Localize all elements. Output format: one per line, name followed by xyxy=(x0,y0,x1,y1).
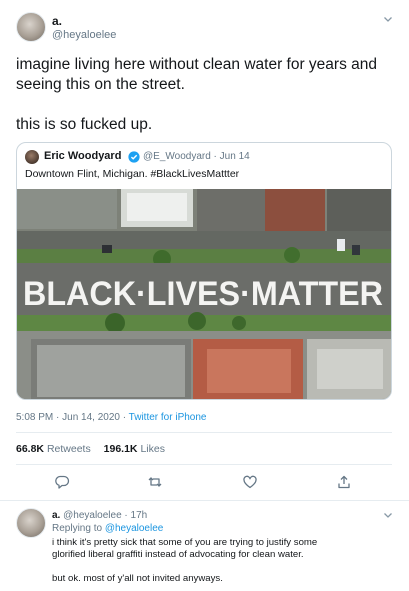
chevron-down-icon[interactable] xyxy=(383,510,393,520)
tweet-timestamp[interactable]: 5:08 PM · Jun 14, 2020 · Twitter for iPh… xyxy=(16,412,206,423)
retweets-stat[interactable]: 66.8K Retweets xyxy=(16,443,91,455)
share-icon[interactable] xyxy=(336,474,352,490)
tweet-source-link[interactable]: Twitter for iPhone xyxy=(129,412,207,423)
quoted-author-name: Eric Woodyard xyxy=(44,150,122,162)
reply-icon[interactable] xyxy=(54,474,70,490)
verified-badge-icon xyxy=(128,150,140,163)
quoted-avatar xyxy=(25,150,39,164)
quoted-photo[interactable]: BLACK·LIVES·MATTER xyxy=(17,189,391,399)
reply-author-name[interactable]: a. xyxy=(52,510,60,521)
replying-to: Replying to @heyaloelee xyxy=(52,523,163,534)
tweet-text-line: imagine living here without clean water … xyxy=(16,56,377,73)
avatar[interactable] xyxy=(16,12,46,42)
tweet-text-line: seeing this on the street. xyxy=(16,76,185,93)
likes-label: Likes xyxy=(140,443,165,455)
photo-street-text: BLACK·LIVES·MATTER xyxy=(23,275,383,313)
quoted-meta: @E_Woodyard · Jun 14 xyxy=(143,151,250,162)
reply-text-line: i think it's pretty sick that some of yo… xyxy=(52,537,318,548)
divider xyxy=(0,500,409,501)
reply-text-line: but ok. most of y'all not invited anyway… xyxy=(52,573,223,584)
author-name[interactable]: a. xyxy=(52,14,62,28)
reply-meta[interactable]: @heyaloelee · 17h xyxy=(63,510,147,521)
quoted-tweet-header: Eric Woodyard @E_Woodyard · Jun 14 Downt… xyxy=(17,143,391,189)
timestamp-text[interactable]: 5:08 PM · Jun 14, 2020 · xyxy=(16,412,129,423)
tweet-action-bar xyxy=(0,474,409,494)
replying-to-mention[interactable]: @heyaloelee xyxy=(105,523,164,534)
tweet-stats: 66.8K Retweets 196.1K Likes xyxy=(16,443,175,455)
reply-text: i think it's pretty sick that some of yo… xyxy=(52,537,392,585)
replying-to-label: Replying to xyxy=(52,523,105,534)
likes-count: 196.1K xyxy=(103,443,138,455)
retweet-icon[interactable] xyxy=(147,474,163,490)
retweets-count: 66.8K xyxy=(16,443,45,455)
reply-text-line: glorified liberal graffiti instead of ad… xyxy=(52,549,304,560)
chevron-down-icon[interactable] xyxy=(383,14,393,24)
likes-stat[interactable]: 196.1K Likes xyxy=(104,443,165,455)
reply-header: a. @heyaloelee · 17h xyxy=(52,510,147,521)
retweets-label: Retweets xyxy=(46,443,91,455)
quoted-text: Downtown Flint, Michigan. #BlackLivesMat… xyxy=(25,168,240,180)
heart-icon[interactable] xyxy=(242,474,258,490)
reply-avatar[interactable] xyxy=(16,508,46,538)
author-handle[interactable]: @heyaloelee xyxy=(52,29,116,41)
tweet-text-line: this is so fucked up. xyxy=(16,116,153,133)
divider xyxy=(16,432,392,433)
divider xyxy=(16,464,392,465)
quoted-tweet-card[interactable]: Eric Woodyard @E_Woodyard · Jun 14 Downt… xyxy=(16,142,392,400)
